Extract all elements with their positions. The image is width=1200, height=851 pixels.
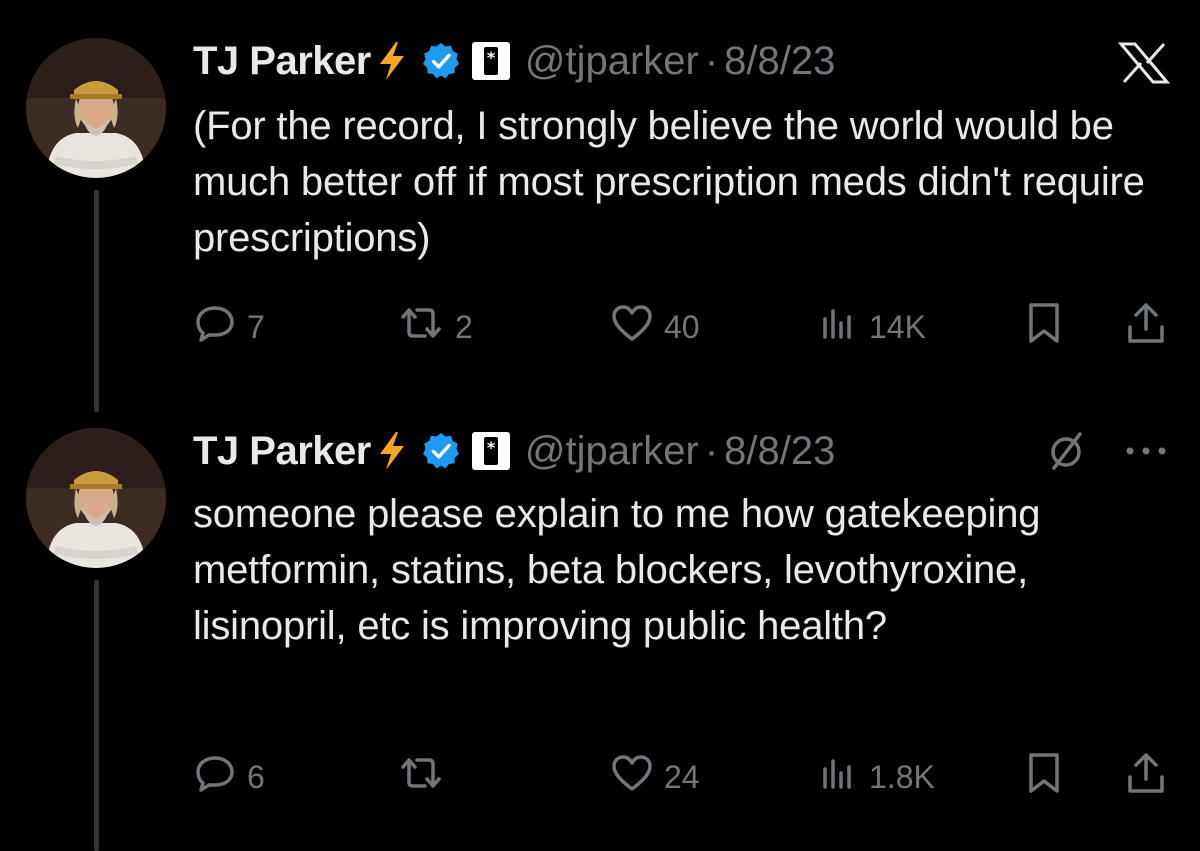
display-name[interactable]: TJ Parker [193, 429, 371, 474]
repost-icon [397, 303, 445, 351]
action-bar: 7 2 40 14K [193, 302, 1173, 352]
affiliate-badge-icon[interactable]: * [471, 41, 511, 81]
lightning-icon [377, 41, 407, 81]
like-count: 24 [664, 758, 700, 795]
share-button[interactable] [1125, 752, 1167, 802]
repost-count: 2 [455, 308, 473, 345]
x-logo-icon[interactable] [1118, 42, 1170, 84]
share-button[interactable] [1125, 302, 1167, 352]
like-icon [610, 303, 654, 351]
tweet-header: TJ Parker * @tjparker · 8/8/23 [193, 36, 835, 86]
reply-icon [193, 303, 237, 351]
timestamp[interactable]: 8/8/23 [724, 39, 835, 84]
bookmark-button[interactable] [1026, 302, 1062, 352]
timestamp[interactable]: 8/8/23 [724, 429, 835, 474]
handle[interactable]: @tjparker [525, 429, 699, 474]
handle[interactable]: @tjparker [525, 39, 699, 84]
repost-button[interactable]: 2 [397, 302, 473, 352]
separator: · [704, 428, 719, 473]
like-count: 40 [664, 308, 700, 345]
more-icon[interactable] [1124, 444, 1168, 458]
separator: · [704, 38, 719, 83]
tweet-text: someone please explain to me how gatekee… [193, 492, 1041, 648]
lightning-icon [377, 431, 407, 471]
bookmark-icon [1026, 751, 1062, 803]
bookmark-button[interactable] [1026, 752, 1062, 802]
action-bar: 6 24 1.8K [193, 752, 1173, 802]
like-icon [610, 753, 654, 801]
svg-text:*: * [487, 438, 496, 457]
views-button[interactable]: 14K [819, 302, 926, 352]
like-button[interactable]: 24 [610, 752, 700, 802]
reply-count: 7 [247, 308, 265, 345]
repost-icon [397, 753, 445, 801]
bookmark-icon [1026, 301, 1062, 353]
views-icon [819, 303, 859, 351]
views-button[interactable]: 1.8K [819, 752, 935, 802]
reply-button[interactable]: 6 [193, 752, 265, 802]
share-icon [1125, 751, 1167, 803]
avatar[interactable] [26, 38, 166, 178]
tweet-2[interactable]: TJ Parker * @tjparker · 8/8/23 someone p… [0, 400, 1200, 851]
views-icon [819, 753, 859, 801]
view-count: 1.8K [869, 758, 935, 795]
reply-button[interactable]: 7 [193, 302, 265, 352]
affiliate-badge-icon[interactable]: * [471, 431, 511, 471]
repost-button[interactable] [397, 752, 455, 802]
reply-count: 6 [247, 758, 265, 795]
tweet-header: TJ Parker * @tjparker · 8/8/23 [193, 426, 835, 476]
tweet-1[interactable]: TJ Parker * @tjparker · 8/8/23 (For the … [0, 0, 1200, 400]
display-name[interactable]: TJ Parker [193, 39, 371, 84]
verified-badge-icon[interactable] [421, 41, 461, 81]
svg-text:*: * [487, 48, 496, 67]
view-count: 14K [869, 308, 926, 345]
like-button[interactable]: 40 [610, 302, 700, 352]
verified-badge-icon[interactable] [421, 431, 461, 471]
grok-icon[interactable] [1046, 430, 1086, 472]
reply-icon [193, 753, 237, 801]
tweet-text: (For the record, I strongly believe the … [193, 104, 1145, 260]
avatar[interactable] [26, 428, 166, 568]
share-icon [1125, 301, 1167, 353]
